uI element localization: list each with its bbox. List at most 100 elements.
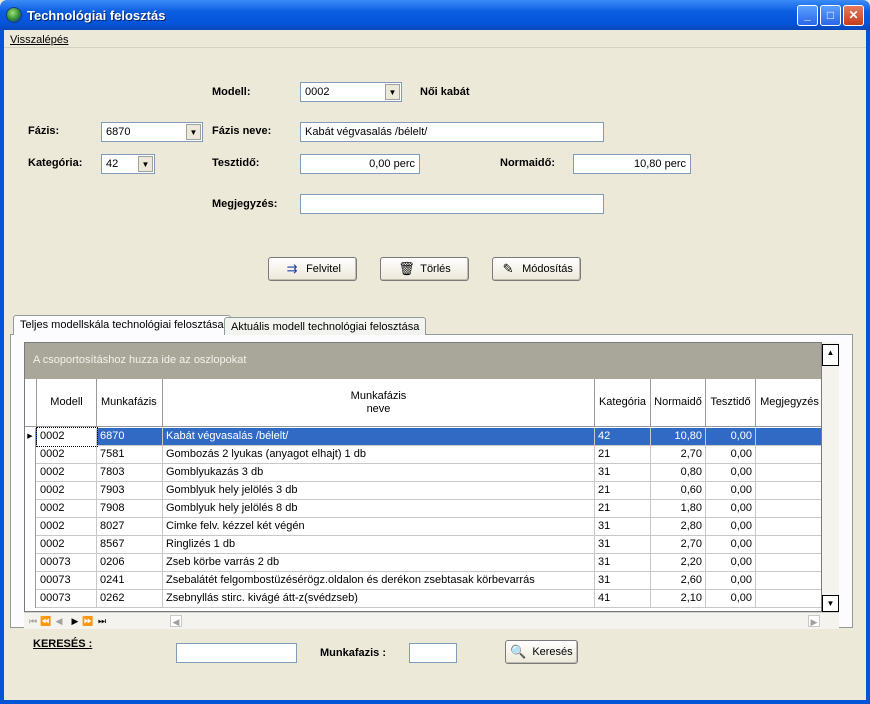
row-indicator[interactable]	[25, 464, 36, 482]
cell-neve[interactable]: Zsebnyllás stirc. kivágé átt-z(svédzseb)	[163, 590, 595, 608]
col-header-normaido[interactable]: Normaidő	[651, 379, 706, 427]
fazis-combo[interactable]: 6870 ▼	[101, 122, 203, 142]
cell-megjegyzes[interactable]	[756, 536, 821, 554]
cell-modell[interactable]: 00073	[37, 572, 97, 590]
cell-tesztido[interactable]: 0,00	[706, 428, 756, 446]
cell-kategoria[interactable]: 21	[595, 446, 651, 464]
row-indicator[interactable]	[25, 518, 36, 536]
chevron-down-icon[interactable]: ▼	[138, 156, 153, 172]
scroll-right-icon[interactable]: ▶	[808, 615, 820, 627]
cell-munkafazis[interactable]: 0262	[97, 590, 163, 608]
cell-neve[interactable]: Kabát végvasalás /bélelt/	[163, 428, 595, 446]
table-row[interactable]: 0002 8567 Ringlizés 1 db 31 2,70 0,00	[25, 536, 821, 554]
cell-normaido[interactable]: 2,80	[651, 518, 706, 536]
col-header-kategoria[interactable]: Kategória	[595, 379, 651, 427]
cell-megjegyzes[interactable]	[756, 518, 821, 536]
cell-munkafazis[interactable]: 7803	[97, 464, 163, 482]
cell-normaido[interactable]: 2,20	[651, 554, 706, 572]
cell-megjegyzes[interactable]	[756, 554, 821, 572]
cell-neve[interactable]: Zsebalátét felgombostüzésérögz.oldalon é…	[163, 572, 595, 590]
row-indicator[interactable]	[25, 572, 36, 590]
cell-megjegyzes[interactable]	[756, 500, 821, 518]
chevron-down-icon[interactable]: ▼	[385, 84, 400, 100]
row-indicator[interactable]	[25, 446, 36, 464]
cell-normaido[interactable]: 2,60	[651, 572, 706, 590]
table-row[interactable]: 0002 7903 Gomblyuk hely jelölés 3 db 21 0,60…	[25, 482, 821, 500]
group-hint-bar[interactable]: A csoportosításhoz huzza ide az oszlopok…	[25, 343, 821, 379]
scroll-thumb[interactable]	[822, 360, 839, 366]
cell-normaido[interactable]: 0,60	[651, 482, 706, 500]
cell-normaido[interactable]: 2,10	[651, 590, 706, 608]
normaido-field[interactable]: 10,80 perc	[573, 154, 691, 174]
row-indicator[interactable]	[25, 590, 36, 608]
cell-modell[interactable]: 0002	[37, 464, 97, 482]
cell-normaido[interactable]: 10,80	[651, 428, 706, 446]
cell-neve[interactable]: Gombozás 2 lyukas (anyagot elhajt) 1 db	[163, 446, 595, 464]
col-header-modell[interactable]: Modell	[37, 379, 97, 427]
modell-combo[interactable]: 0002 ▼	[300, 82, 402, 102]
search-input[interactable]	[176, 643, 297, 663]
cell-munkafazis[interactable]: 8027	[97, 518, 163, 536]
cell-tesztido[interactable]: 0,00	[706, 536, 756, 554]
cell-normaido[interactable]: 2,70	[651, 536, 706, 554]
cell-kategoria[interactable]: 31	[595, 518, 651, 536]
table-row[interactable]: 00073 0206 Zseb körbe varrás 2 db 31 2,20 0,0…	[25, 554, 821, 572]
table-row[interactable]: 0002 7581 Gombozás 2 lyukas (anyagot elhaj…	[25, 446, 821, 464]
col-header-munkafazis-neve[interactable]: Munkafázis neve	[163, 379, 595, 427]
cell-megjegyzes[interactable]	[756, 482, 821, 500]
torles-button[interactable]: 🗑 Törlés	[380, 257, 469, 281]
cell-munkafazis[interactable]: 0206	[97, 554, 163, 572]
cell-modell[interactable]: 00073	[37, 590, 97, 608]
fazis-neve-field[interactable]: Kabát végvasalás /bélelt/	[300, 122, 604, 142]
maximize-button[interactable]: □	[820, 5, 841, 26]
cell-megjegyzes[interactable]	[756, 572, 821, 590]
tab-teljes[interactable]: Teljes modellskála technológiai felosztá…	[13, 315, 231, 335]
row-indicator[interactable]	[25, 500, 36, 518]
close-button[interactable]: ✕	[843, 5, 864, 26]
cell-neve[interactable]: Gomblyuk hely jelölés 3 db	[163, 482, 595, 500]
cell-modell[interactable]: 0002	[37, 446, 97, 464]
cell-neve[interactable]: Cimke felv. kézzel két végén	[163, 518, 595, 536]
nav-last-icon[interactable]: ⏭	[96, 615, 108, 627]
cell-munkafazis[interactable]: 7908	[97, 500, 163, 518]
row-indicator[interactable]	[25, 536, 36, 554]
cell-kategoria[interactable]: 21	[595, 500, 651, 518]
kategoria-combo[interactable]: 42 ▼	[101, 154, 155, 174]
cell-kategoria[interactable]: 41	[595, 590, 651, 608]
scroll-down-icon[interactable]: ▼	[822, 595, 839, 612]
cell-munkafazis[interactable]: 0241	[97, 572, 163, 590]
data-grid[interactable]: A csoportosításhoz huzza ide az oszlopok…	[24, 342, 822, 612]
cell-megjegyzes[interactable]	[756, 446, 821, 464]
cell-neve[interactable]: Ringlizés 1 db	[163, 536, 595, 554]
scroll-left-icon[interactable]: ◀	[170, 615, 182, 627]
cell-neve[interactable]: Gomblyukazás 3 db	[163, 464, 595, 482]
current-row-indicator-icon[interactable]: ▶	[25, 428, 36, 446]
cell-tesztido[interactable]: 0,00	[706, 572, 756, 590]
cell-normaido[interactable]: 1,80	[651, 500, 706, 518]
cell-normaido[interactable]: 2,70	[651, 446, 706, 464]
modositas-button[interactable]: ✎ Módosítás	[492, 257, 581, 281]
cell-tesztido[interactable]: 0,00	[706, 554, 756, 572]
cell-kategoria[interactable]: 31	[595, 464, 651, 482]
cell-tesztido[interactable]: 0,00	[706, 590, 756, 608]
cell-kategoria[interactable]: 21	[595, 482, 651, 500]
cell-munkafazis[interactable]: 7581	[97, 446, 163, 464]
cell-modell[interactable]: 0002	[37, 536, 97, 554]
tab-aktualis[interactable]: Aktuális modell technológiai felosztása	[224, 317, 427, 335]
cell-tesztido[interactable]: 0,00	[706, 500, 756, 518]
cell-tesztido[interactable]: 0,00	[706, 518, 756, 536]
cell-neve[interactable]: Gomblyuk hely jelölés 8 db	[163, 500, 595, 518]
cell-tesztido[interactable]: 0,00	[706, 464, 756, 482]
menu-back[interactable]: Visszalépés	[10, 34, 69, 46]
table-row[interactable]: 00073 0241 Zsebalátét felgombostüzésérögz.…	[25, 572, 821, 590]
cell-munkafazis[interactable]: 7903	[97, 482, 163, 500]
cell-tesztido[interactable]: 0,00	[706, 482, 756, 500]
table-row[interactable]: 00073 0262 Zsebnyllás stirc. kivágé átt-z(…	[25, 590, 821, 608]
search-button[interactable]: 🔍 Keresés	[505, 640, 578, 664]
tesztido-field[interactable]: 0,00 perc	[300, 154, 420, 174]
cell-modell[interactable]: 0002	[37, 518, 97, 536]
minimize-button[interactable]: _	[797, 5, 818, 26]
felvitel-button[interactable]: ⇉ Felvitel	[268, 257, 357, 281]
cell-neve[interactable]: Zseb körbe varrás 2 db	[163, 554, 595, 572]
cell-modell[interactable]: 00073	[37, 554, 97, 572]
